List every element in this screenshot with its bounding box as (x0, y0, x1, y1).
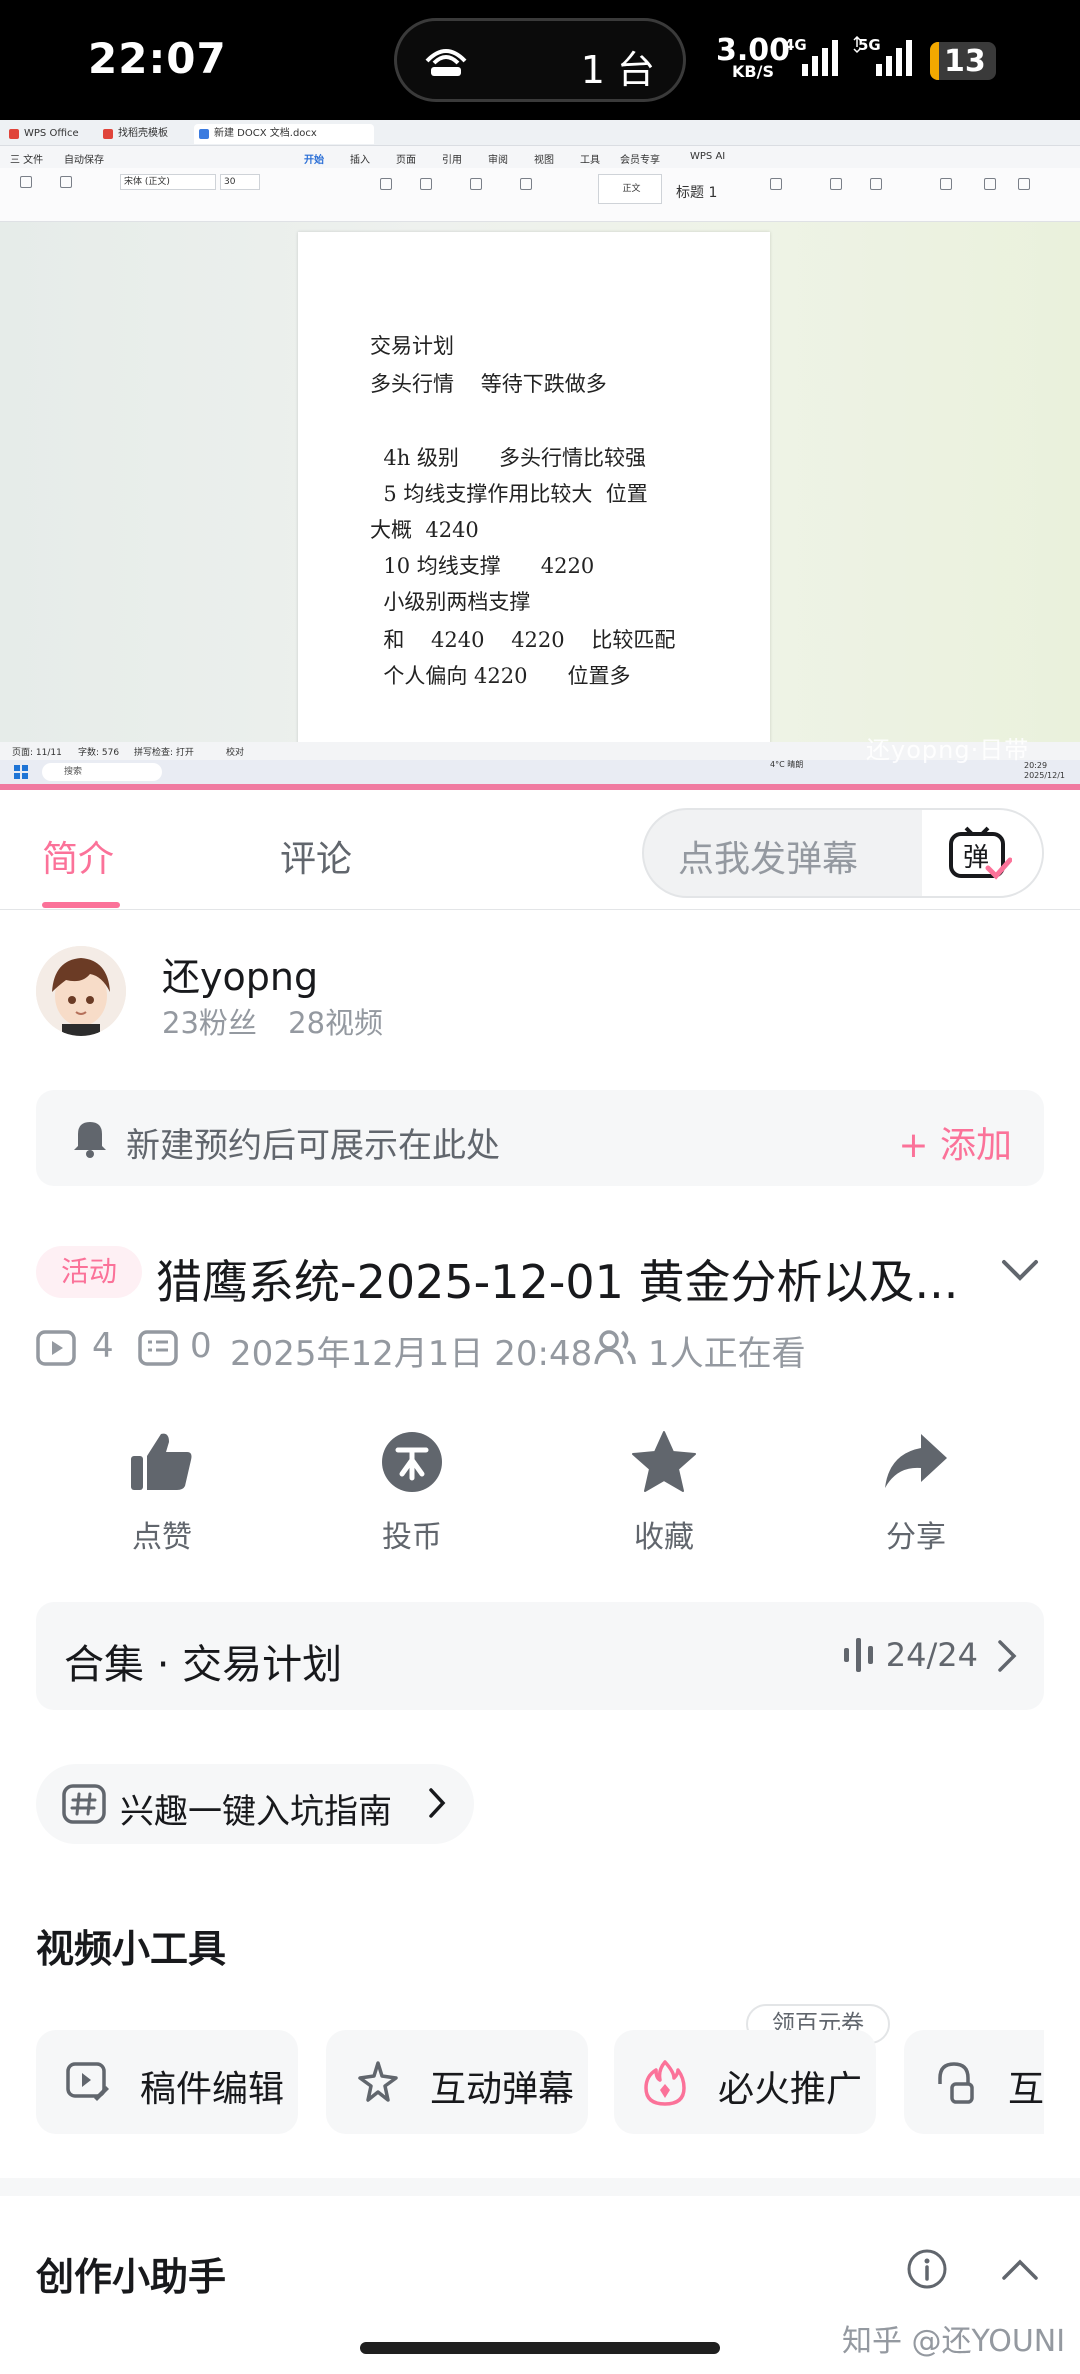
uploader-stats: 23粉丝 28视频 (162, 1000, 405, 1042)
reservation-text: 新建预约后可展示在此处 (126, 1126, 500, 1166)
video-title: 猎鹰系统-2025-12-01 黄金分析以及... (156, 1255, 956, 1309)
fire-icon (644, 2060, 686, 2106)
hotspot-count: 1 台 (580, 48, 655, 92)
svg-text:5G: 5G (858, 36, 881, 54)
interest-guide-label: 兴趣一键入坑指南 (120, 1792, 392, 1832)
coin-icon (382, 1432, 442, 1492)
chevron-up-icon[interactable] (1000, 2256, 1040, 2282)
fans-count: 23粉丝 (162, 1006, 257, 1040)
video-player[interactable]: WPS Office 找稻壳模板 新建 DOCX 文档.docx 三 文件 自动… (0, 120, 1080, 790)
document-line: 和 4240 4220 比较匹配 (370, 628, 676, 652)
collection-title: 合集 · 交易计划 (64, 1642, 343, 1688)
tools-heading: 视频小工具 (36, 1927, 227, 1971)
document-line: 大概 4240 (370, 518, 479, 542)
danmaku-icon: 弹 (949, 826, 1012, 880)
edit-video-icon (66, 2062, 109, 2101)
tool-interactive-button[interactable]: 互动 (904, 2030, 1044, 2134)
danmaku-count-icon (138, 1330, 178, 1366)
document-page: 交易计划多头行情 等待下跌做多 4h 级别 多头行情比较强 5 均线支撑作用比较… (298, 232, 770, 790)
tab-comments[interactable]: 评论 (280, 830, 352, 882)
screen: { "status_bar": { "time": "22:07", "hots… (0, 0, 1080, 2374)
hotspot-pill[interactable]: 1 台 (394, 18, 686, 102)
video-overlay-text: 还yopng·日带 (866, 736, 1030, 764)
wps-ribbon: 宋体 (正文) 30 正文 标题 1 (0, 168, 1080, 222)
chevron-down-icon[interactable] (1000, 1258, 1040, 1284)
wps-menu-bar: 三 文件 自动保存 开始 插入 页面 引用 审阅 视图 工具 会员专享 WPS … (0, 146, 1080, 168)
share-icon (885, 1434, 947, 1488)
document-line: 10 均线支撑 4220 (370, 554, 595, 578)
hashtag-icon (62, 1784, 106, 1824)
windows-start-icon (14, 765, 28, 779)
share-button[interactable]: 分享 (836, 1430, 996, 1556)
tab-indicator (42, 902, 120, 908)
net-speed: 3.00 KB/S (716, 33, 791, 81)
battery-icon: 13 (930, 42, 996, 80)
tab-intro[interactable]: 简介 (42, 830, 114, 882)
signal-4g-icon: 4G (784, 36, 838, 76)
collection-card[interactable]: 合集 · 交易计划 24/24 (36, 1602, 1044, 1710)
battery-fill (930, 42, 939, 80)
tool-edit-button[interactable]: 稿件编辑 (36, 2030, 298, 2134)
publish-date: 2025年12月1日 20:48 (230, 1334, 593, 1374)
home-indicator[interactable] (360, 2342, 720, 2354)
viewers-icon (594, 1330, 636, 1365)
wps-tab-office: WPS Office (4, 124, 96, 144)
sparkle-icon (358, 2061, 398, 2102)
interest-guide-chip[interactable]: 兴趣一键入坑指南 (36, 1764, 474, 1844)
coin-button[interactable]: 投币 (332, 1430, 492, 1556)
tool-interactive-danmaku-button[interactable]: 互动弹幕 (326, 2030, 588, 2134)
watermark: 知乎 @还YOUNI (842, 2324, 1066, 2359)
lock-icon (938, 2062, 974, 2104)
star-icon (632, 1431, 696, 1492)
avatar[interactable] (36, 946, 126, 1036)
document-line: 个人偏向 4220 位置多 (370, 664, 631, 688)
activity-badge[interactable]: 活动 (36, 1246, 142, 1298)
wps-tab-bar: WPS Office 找稻壳模板 新建 DOCX 文档.docx (0, 120, 1080, 146)
wps-tab-doc: 新建 DOCX 文档.docx (194, 124, 374, 144)
document-line: 多头行情 等待下跌做多 (370, 372, 607, 396)
favorite-button[interactable]: 收藏 (584, 1430, 744, 1556)
info-icon[interactable] (906, 2248, 948, 2290)
document-line: 小级别两档支撑 (370, 590, 531, 614)
danmaku-count: 0 (190, 1326, 212, 1366)
wps-tab-template: 找稻壳模板 (98, 124, 190, 144)
document-line: 5 均线支撑作用比较大 位置 (370, 482, 648, 506)
tool-promotion-button[interactable]: 必火推广 (614, 2030, 876, 2134)
thumb-up-icon (131, 1433, 192, 1490)
uploader-name[interactable]: 还yopng (162, 946, 318, 1001)
play-count: 4 (92, 1326, 114, 1366)
clock: 22:07 (88, 34, 227, 83)
signal-5g-icon: 5G (853, 36, 912, 76)
svg-text:4G: 4G (784, 36, 807, 54)
danmaku-input[interactable]: 点我发弹幕 弹 (642, 808, 1044, 898)
video-count: 28视频 (288, 1006, 384, 1040)
watching-count: 1人正在看 (648, 1334, 806, 1374)
collection-count: 24/24 (885, 1636, 978, 1674)
play-count-icon (36, 1330, 76, 1366)
section-divider (0, 2178, 1080, 2196)
bell-icon (74, 1122, 106, 1158)
assistant-heading: 创作小助手 (36, 2255, 227, 2299)
playing-bars-icon (844, 1638, 873, 1672)
status-bar: 22:07 1 台 3.00 KB/S 4G 5G 13 (0, 0, 1080, 120)
svg-text:弹: 弹 (963, 843, 989, 873)
avatar-image (36, 946, 126, 1036)
chevron-right-icon (429, 1788, 446, 1818)
document-line: 4h 级别 多头行情比较强 (370, 446, 646, 470)
taskbar-search: 搜索 (42, 763, 162, 781)
danmaku-placeholder: 点我发弹幕 (678, 839, 859, 880)
document-line: 交易计划 (370, 334, 454, 358)
hotspot-icon (425, 49, 467, 76)
add-reservation-button[interactable]: + 添加 (898, 1116, 1012, 1168)
like-button[interactable]: 点赞 (82, 1430, 242, 1556)
reservation-card: 新建预约后可展示在此处 + 添加 (36, 1090, 1044, 1186)
battery-level: 13 (944, 44, 986, 79)
chevron-right-icon (998, 1640, 1017, 1672)
